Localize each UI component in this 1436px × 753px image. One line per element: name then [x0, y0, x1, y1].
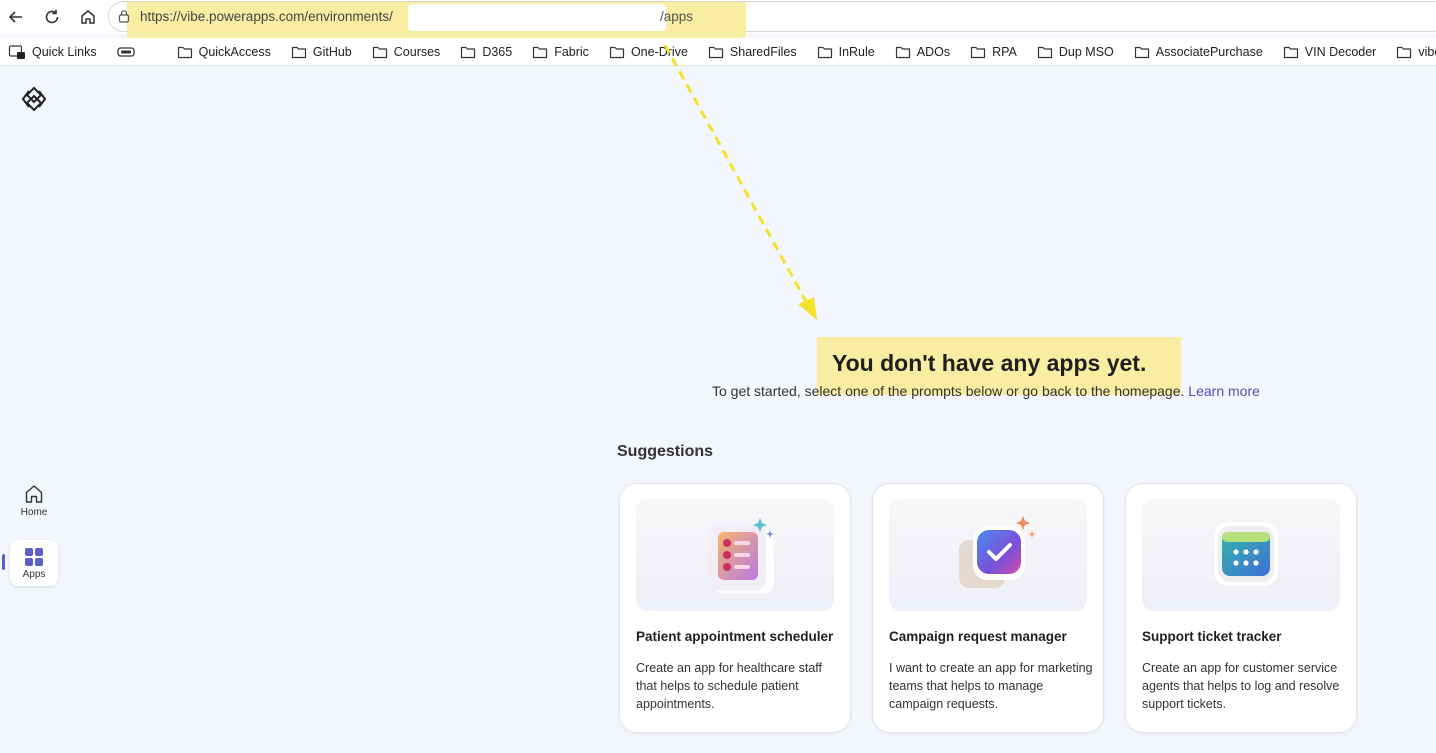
bookmark-item[interactable]: D365 [460, 45, 512, 59]
tab-group-icon [116, 46, 135, 57]
folder-icon [817, 46, 832, 58]
card-description: Create an app for healthcare staff that … [636, 661, 822, 711]
home-icon [25, 484, 43, 503]
bookmark-item[interactable]: One-Drive [609, 45, 688, 59]
bookmark-label: Dup MSO [1058, 44, 1114, 59]
folder-icon [533, 46, 548, 58]
folder-icon [708, 46, 724, 58]
folder-icon [1037, 46, 1052, 58]
bookmark-label: AssociatePurchase [1155, 44, 1263, 59]
approval-check-illustration-icon [959, 516, 1036, 588]
apps-grid-icon [25, 547, 43, 566]
empty-state-subtitle: To get started, select one of the prompt… [712, 383, 1260, 399]
bookmark-item[interactable]: Fabric [532, 45, 589, 59]
bookmark-item[interactable]: vibe [1396, 45, 1436, 59]
card-title: Campaign request manager [889, 629, 1067, 644]
bookmark-label: One-Drive [630, 44, 688, 59]
card-illustration [1142, 499, 1340, 611]
bookmark-item[interactable]: SharedFiles [708, 45, 797, 59]
suggestion-card-campaign[interactable]: Campaign request manager I want to creat… [872, 483, 1104, 733]
bookmark-item[interactable]: Dup MSO [1037, 45, 1114, 59]
bookmark-label: GitHub [312, 44, 352, 59]
empty-state-subtitle-text: To get started, select one of the prompt… [712, 383, 1185, 399]
refresh-icon [45, 9, 59, 24]
rail-item-apps[interactable]: Apps [10, 540, 58, 586]
bookmark-label: QuickAccess [198, 44, 271, 59]
folder-icon [1283, 46, 1298, 58]
quick-links-icon [8, 44, 25, 59]
url-redaction [408, 4, 666, 31]
bookmark-item[interactable]: Courses [372, 44, 441, 59]
bookmark-item[interactable]: AssociatePurchase [1134, 45, 1263, 59]
folder-icon [1134, 46, 1149, 58]
suggestion-card-patient[interactable]: Patient appointment scheduler Create an … [619, 483, 851, 733]
rail-item-apps-label: Apps [22, 568, 46, 580]
card-description: Create an app for customer service agent… [1142, 661, 1340, 711]
folder-icon [461, 46, 476, 58]
back-button[interactable] [4, 5, 28, 29]
bookmark-label: SharedFiles [729, 44, 797, 59]
checklist-illustration-icon [708, 518, 774, 594]
rail-item-home-label: Home [20, 506, 48, 518]
bookmark-label: VIN Decoder [1304, 44, 1377, 59]
home-icon [81, 10, 95, 24]
rail-selected-indicator [2, 554, 5, 570]
folder-icon [609, 46, 625, 58]
bookmark-item[interactable]: InRule [817, 45, 875, 59]
empty-state-title: You don't have any apps yet. [832, 350, 1147, 376]
calendar-grid-illustration-icon [1214, 522, 1278, 586]
suggestion-card-support[interactable]: Support ticket tracker Create an app for… [1125, 483, 1357, 733]
card-title: Support ticket tracker [1142, 629, 1282, 644]
refresh-button[interactable] [40, 5, 64, 29]
url-tail-text: /apps [660, 9, 694, 24]
power-apps-logo-icon [21, 86, 47, 112]
card-title: Patient appointment scheduler [636, 629, 834, 644]
folder-icon [291, 46, 306, 58]
folder-icon [895, 46, 910, 58]
folder-icon [372, 46, 387, 58]
bookmark-item[interactable] [116, 46, 141, 58]
bookmark-item[interactable]: GitHub [291, 45, 352, 59]
folder-icon [177, 46, 192, 58]
home-browser-button[interactable] [76, 5, 100, 29]
card-illustration [889, 499, 1087, 611]
folder-icon [970, 46, 986, 58]
learn-more-link[interactable]: Learn more [1188, 383, 1260, 399]
bookmark-label: vibe [1418, 44, 1436, 59]
url-text[interactable]: https://vibe.powerapps.com/environments/ [140, 9, 393, 24]
card-description: I want to create an app for marketing te… [889, 661, 1093, 711]
bookmark-label: D365 [482, 44, 513, 59]
bookmark-label: Courses [393, 44, 441, 59]
bookmark-item[interactable]: VIN Decoder [1283, 44, 1377, 59]
bookmark-label: InRule [838, 44, 875, 59]
back-arrow-icon [8, 11, 22, 23]
lock-icon [118, 10, 130, 23]
bookmark-label: ADOs [916, 44, 951, 59]
bookmark-item[interactable]: Quick Links [8, 44, 97, 60]
bookmark-label: Fabric [554, 44, 589, 59]
suggestions-heading: Suggestions [617, 443, 714, 460]
bookmark-item[interactable]: ADOs [895, 45, 950, 59]
folder-icon [1397, 46, 1412, 58]
bookmark-item[interactable]: RPA [970, 45, 1017, 59]
rail-item-home[interactable]: Home [10, 477, 58, 523]
bookmarks-bar: Quick Links QuickAccess GitHub Courses D365 F… [0, 38, 1436, 66]
bookmark-label: Quick Links [32, 44, 97, 59]
bookmark-label: RPA [992, 44, 1017, 59]
bookmark-item[interactable]: QuickAccess [177, 45, 271, 59]
card-illustration [636, 499, 834, 611]
